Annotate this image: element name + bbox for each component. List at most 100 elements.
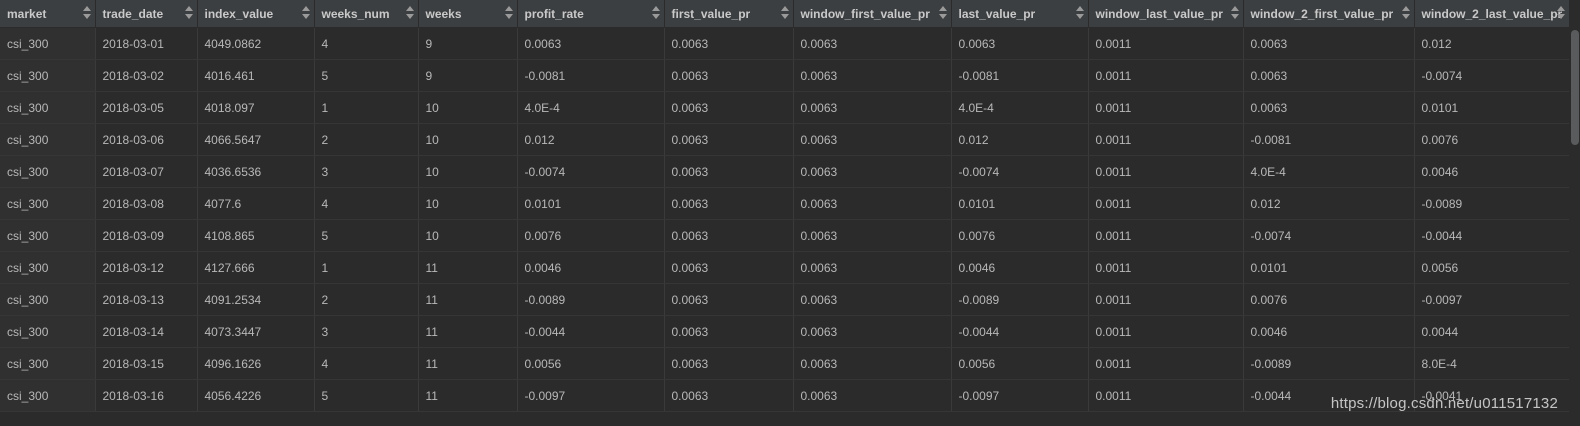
column-header-window-first-value-pr[interactable]: window_first_value_pr (793, 0, 952, 28)
column-header-window-last-value-pr[interactable]: window_last_value_pr (1088, 0, 1244, 28)
table-cell-last-value-pr[interactable]: -0.0081 (951, 59, 1089, 92)
table-cell-weeks[interactable]: 11 (418, 251, 518, 284)
table-row[interactable]: csi_300 2018-03-05 4018.097 1 10 4.0E-4 0.0063… (0, 91, 1570, 124)
table-cell-weeks-num[interactable]: 3 (314, 315, 419, 348)
table-cell-first-value-pr[interactable]: 0.0063 (664, 347, 794, 380)
table-cell-trade-date[interactable]: 2018-03-12 (95, 251, 198, 284)
sort-arrows-icon[interactable] (82, 6, 92, 21)
table-cell-window-last-value-pr[interactable]: 0.0011 (1088, 59, 1244, 92)
table-cell-weeks[interactable]: 10 (418, 91, 518, 124)
table-cell-window-first-value-pr[interactable]: 0.0063 (793, 283, 952, 316)
table-cell-index-value[interactable]: 4018.097 (197, 91, 315, 124)
table-row[interactable]: csi_300 2018-03-12 4127.666 1 11 0.0046 0.0063… (0, 251, 1570, 284)
table-cell-market[interactable]: csi_300 (0, 251, 96, 284)
sort-arrows-icon[interactable] (938, 6, 948, 21)
table-row[interactable]: csi_300 2018-03-06 4066.5647 2 10 0.012 0.0063… (0, 123, 1570, 156)
table-cell-profit-rate[interactable]: -0.0044 (517, 315, 665, 348)
table-cell-weeks[interactable]: 11 (418, 347, 518, 380)
table-cell-market[interactable]: csi_300 (0, 187, 96, 220)
table-cell-weeks-num[interactable]: 4 (314, 347, 419, 380)
table-cell-first-value-pr[interactable]: 0.0063 (664, 283, 794, 316)
table-cell-index-value[interactable]: 4096.1626 (197, 347, 315, 380)
table-row[interactable]: csi_300 2018-03-14 4073.3447 3 11 -0.0044 0.00… (0, 315, 1570, 348)
table-cell-weeks-num[interactable]: 5 (314, 219, 419, 252)
table-row[interactable]: csi_300 2018-03-08 4077.6 4 10 0.0101 0.0063 0.… (0, 187, 1570, 220)
table-cell-weeks[interactable]: 10 (418, 187, 518, 220)
table-cell-weeks[interactable]: 9 (418, 59, 518, 92)
sort-arrows-icon[interactable] (504, 6, 514, 21)
table-cell-first-value-pr[interactable]: 0.0063 (664, 91, 794, 124)
sort-arrows-icon[interactable] (405, 6, 415, 21)
table-cell-market[interactable]: csi_300 (0, 219, 96, 252)
table-cell-weeks-num[interactable]: 1 (314, 91, 419, 124)
table-cell-trade-date[interactable]: 2018-03-07 (95, 155, 198, 188)
table-cell-index-value[interactable]: 4036.6536 (197, 155, 315, 188)
column-header-profit-rate[interactable]: profit_rate (517, 0, 665, 28)
table-cell-trade-date[interactable]: 2018-03-14 (95, 315, 198, 348)
table-cell-market[interactable]: csi_300 (0, 59, 96, 92)
table-row[interactable]: csi_300 2018-03-15 4096.1626 4 11 0.0056 0.006… (0, 347, 1570, 380)
table-row[interactable]: csi_300 2018-03-02 4016.461 5 9 -0.0081 0.0063… (0, 59, 1570, 92)
table-cell-weeks[interactable]: 11 (418, 315, 518, 348)
table-cell-first-value-pr[interactable]: 0.0063 (664, 123, 794, 156)
table-cell-window-last-value-pr[interactable]: 0.0011 (1088, 187, 1244, 220)
table-cell-window-2-first-value-pr[interactable]: 0.0063 (1243, 27, 1415, 60)
table-row[interactable]: csi_300 2018-03-09 4108.865 5 10 0.0076 0.0063… (0, 219, 1570, 252)
table-cell-last-value-pr[interactable]: 0.0056 (951, 347, 1089, 380)
table-cell-profit-rate[interactable]: -0.0097 (517, 379, 665, 412)
table-cell-profit-rate[interactable]: 0.0101 (517, 187, 665, 220)
column-header-first-value-pr[interactable]: first_value_pr (664, 0, 794, 28)
table-cell-window-2-last-value-pr[interactable]: 0.0101 (1414, 91, 1570, 124)
sort-arrows-icon[interactable] (651, 6, 661, 21)
table-cell-last-value-pr[interactable]: 0.0076 (951, 219, 1089, 252)
table-cell-window-2-first-value-pr[interactable]: -0.0089 (1243, 347, 1415, 380)
table-cell-last-value-pr[interactable]: 0.0046 (951, 251, 1089, 284)
sort-arrows-icon[interactable] (1556, 6, 1566, 21)
table-cell-window-last-value-pr[interactable]: 0.0011 (1088, 379, 1244, 412)
table-cell-window-first-value-pr[interactable]: 0.0063 (793, 315, 952, 348)
table-cell-profit-rate[interactable]: 0.0046 (517, 251, 665, 284)
table-cell-window-last-value-pr[interactable]: 0.0011 (1088, 251, 1244, 284)
table-cell-weeks-num[interactable]: 3 (314, 155, 419, 188)
table-cell-window-2-first-value-pr[interactable]: 0.0101 (1243, 251, 1415, 284)
table-cell-window-first-value-pr[interactable]: 0.0063 (793, 187, 952, 220)
table-cell-first-value-pr[interactable]: 0.0063 (664, 27, 794, 60)
table-cell-trade-date[interactable]: 2018-03-15 (95, 347, 198, 380)
table-cell-profit-rate[interactable]: 4.0E-4 (517, 91, 665, 124)
table-cell-first-value-pr[interactable]: 0.0063 (664, 251, 794, 284)
table-cell-window-2-last-value-pr[interactable]: -0.0097 (1414, 283, 1570, 316)
sort-arrows-icon[interactable] (1075, 6, 1085, 21)
column-header-last-value-pr[interactable]: last_value_pr (951, 0, 1089, 28)
table-cell-profit-rate[interactable]: -0.0089 (517, 283, 665, 316)
table-cell-market[interactable]: csi_300 (0, 91, 96, 124)
sort-arrows-icon[interactable] (780, 6, 790, 21)
table-cell-first-value-pr[interactable]: 0.0063 (664, 59, 794, 92)
table-cell-window-2-last-value-pr[interactable]: 0.0046 (1414, 155, 1570, 188)
table-cell-weeks-num[interactable]: 5 (314, 379, 419, 412)
table-cell-index-value[interactable]: 4127.666 (197, 251, 315, 284)
table-cell-weeks-num[interactable]: 5 (314, 59, 419, 92)
column-header-window-2-first-value-pr[interactable]: window_2_first_value_pr (1243, 0, 1415, 28)
table-cell-window-last-value-pr[interactable]: 0.0011 (1088, 155, 1244, 188)
table-cell-last-value-pr[interactable]: 0.012 (951, 123, 1089, 156)
vertical-scrollbar[interactable] (1569, 0, 1580, 426)
table-cell-window-2-first-value-pr[interactable]: -0.0081 (1243, 123, 1415, 156)
table-cell-profit-rate[interactable]: -0.0081 (517, 59, 665, 92)
table-cell-last-value-pr[interactable]: -0.0097 (951, 379, 1089, 412)
table-cell-window-2-first-value-pr[interactable]: 0.0063 (1243, 59, 1415, 92)
table-cell-first-value-pr[interactable]: 0.0063 (664, 187, 794, 220)
table-cell-window-2-first-value-pr[interactable]: 0.0046 (1243, 315, 1415, 348)
column-header-trade-date[interactable]: trade_date (95, 0, 198, 28)
column-header-window-2-last-value-pr[interactable]: window_2_last_value_pr (1414, 0, 1570, 28)
table-cell-window-last-value-pr[interactable]: 0.0011 (1088, 347, 1244, 380)
table-cell-last-value-pr[interactable]: 0.0063 (951, 27, 1089, 60)
column-header-weeks-num[interactable]: weeks_num (314, 0, 419, 28)
table-cell-profit-rate[interactable]: 0.012 (517, 123, 665, 156)
table-cell-window-first-value-pr[interactable]: 0.0063 (793, 251, 952, 284)
table-cell-profit-rate[interactable]: 0.0063 (517, 27, 665, 60)
table-cell-window-first-value-pr[interactable]: 0.0063 (793, 379, 952, 412)
table-cell-last-value-pr[interactable]: -0.0044 (951, 315, 1089, 348)
table-cell-window-2-last-value-pr[interactable]: 0.0056 (1414, 251, 1570, 284)
table-cell-window-first-value-pr[interactable]: 0.0063 (793, 59, 952, 92)
table-cell-window-first-value-pr[interactable]: 0.0063 (793, 155, 952, 188)
